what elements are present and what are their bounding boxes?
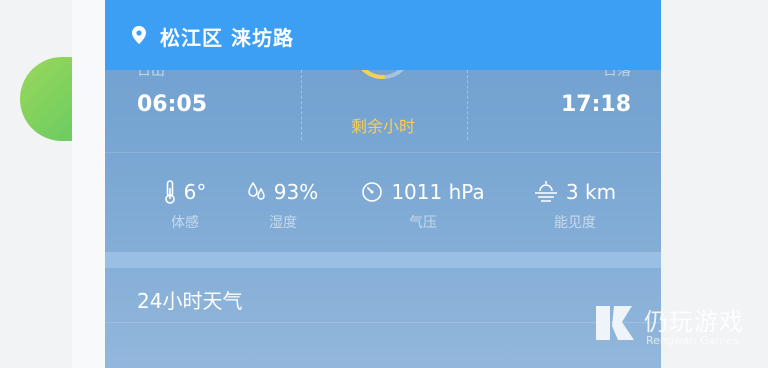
weather-app: 松江区 涞坊路 日出 06:05 剩余小时 日落 17:18 6° 体感 93%…: [105, 0, 661, 368]
sunset-time: 17:18: [560, 92, 631, 117]
location-name: 松江区 涞坊路: [160, 26, 294, 50]
stat-value: 93%: [273, 180, 319, 204]
location-header[interactable]: 松江区 涞坊路: [105, 0, 661, 70]
watermark-subtext: Rengwan Games: [646, 334, 739, 347]
stat-label: 气压: [409, 215, 437, 231]
stat-humidity: 93% 湿度: [223, 180, 343, 232]
divider: [467, 70, 468, 140]
hourly-forecast-title: 24小时天气: [137, 289, 243, 313]
section-divider: [105, 252, 661, 268]
humidity-icon: [248, 181, 265, 200]
divider: [105, 322, 661, 323]
background-left: [0, 0, 80, 368]
visibility-icon: [534, 181, 557, 202]
stat-pressure: 1011 hPa 气压: [353, 180, 493, 232]
stat-visibility: 3 km 能见度: [515, 180, 635, 232]
stat-value: 3 km: [565, 180, 617, 204]
stat-value: 1011 hPa: [391, 180, 485, 204]
location-pin-icon: [132, 26, 146, 44]
stat-label: 湿度: [269, 215, 297, 231]
pressure-gauge-icon: [362, 182, 383, 202]
stat-value: 6°: [183, 180, 207, 204]
brand-logo-icon: [596, 306, 634, 340]
divider: [105, 152, 661, 153]
thermometer-icon: [164, 180, 175, 204]
stat-label: 能见度: [554, 215, 596, 231]
watermark-text: 仍玩游戏: [644, 308, 744, 336]
